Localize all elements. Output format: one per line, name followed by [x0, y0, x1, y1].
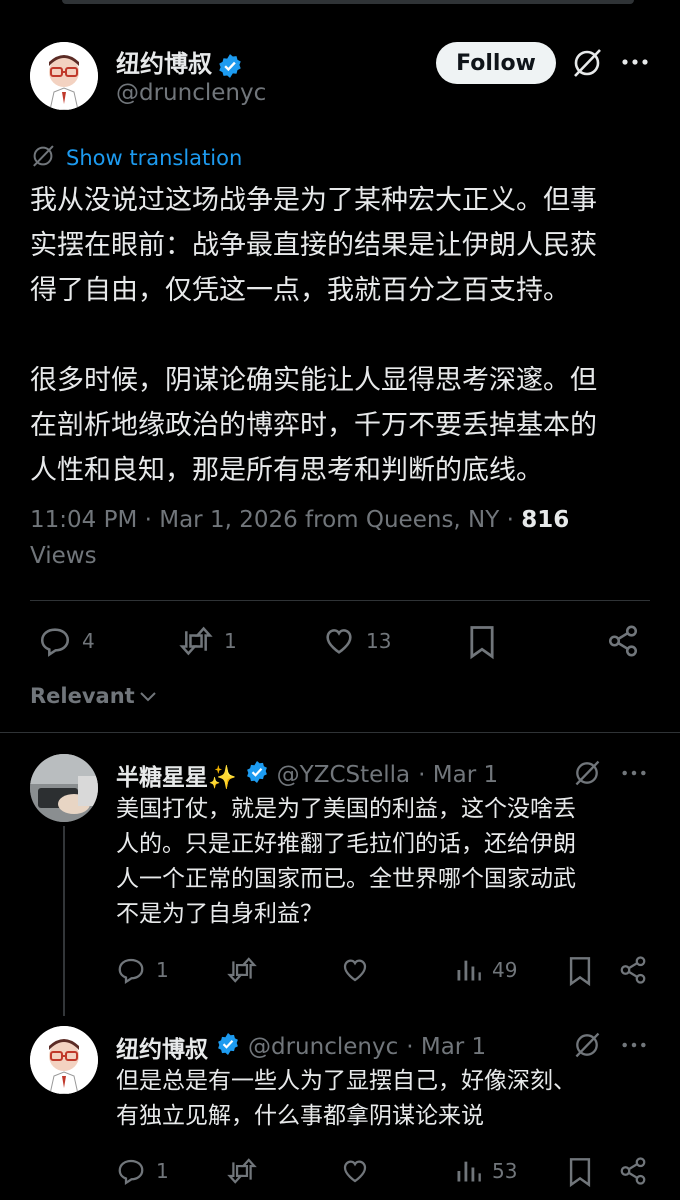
share-icon[interactable] [606, 624, 640, 662]
like-count: 13 [366, 629, 392, 653]
grok-icon[interactable] [570, 46, 604, 84]
reply-header: 纽约博叔 @drunclenyc · Mar 1 [116, 1030, 486, 1064]
author-avatar[interactable] [30, 42, 98, 110]
more-options-icon[interactable] [620, 1035, 648, 1059]
reply-date[interactable]: · Mar 1 [418, 762, 498, 788]
reply-line: 人的。只是正好推翻了毛拉们的话，还给伊朗 [116, 831, 576, 857]
post-body: 我从没说过这场战争是为了某种宏大正义。但事 实摆在眼前：战争最直接的结果是让伊朗… [30, 178, 660, 493]
author-name[interactable]: 纽约博叔 [116, 50, 212, 78]
views-count: 49 [492, 958, 518, 982]
reply-line: 有独立见解，什么事都拿阴谋论来说 [116, 1103, 484, 1129]
repost-icon[interactable] [226, 1156, 258, 1190]
reply-line: 但是总是有一些人为了显摆自己，好像深刻、 [116, 1068, 576, 1094]
reply-line: 不是为了自身利益？ [116, 901, 323, 927]
views-button[interactable]: 49 [454, 955, 517, 985]
more-options-icon[interactable] [620, 763, 648, 787]
reply-date[interactable]: · Mar 1 [406, 1034, 486, 1060]
author-name-row: 纽约博叔 [116, 44, 243, 83]
author-handle[interactable]: @drunclenyc [116, 80, 266, 106]
post-line: 在剖析地缘政治的博弈时，千万不要丢掉基本的 [30, 410, 597, 441]
grok-icon [30, 143, 56, 173]
views-button[interactable]: 53 [454, 1156, 517, 1186]
reply-line: 人一个正常的国家而已。全世界哪个国家动武 [116, 866, 576, 892]
sort-dropdown[interactable]: Relevant [30, 684, 157, 708]
reply-icon [118, 1159, 144, 1185]
heart-icon [326, 629, 352, 654]
post-line: 我从没说过这场战争是为了某种宏大正义。但事 [30, 185, 597, 216]
reply-button[interactable]: 1 [116, 1156, 169, 1186]
repost-count: 1 [224, 629, 237, 653]
analytics-icon [457, 960, 481, 981]
reply-avatar[interactable] [30, 1026, 98, 1094]
follow-button[interactable]: Follow [436, 42, 556, 84]
post-line: 人性和良知，那是所有思考和判断的底线。 [30, 455, 543, 486]
repost-icon [179, 626, 213, 656]
post-line: 实摆在眼前：战争最直接的结果是让伊朗人民获 [30, 230, 597, 261]
reply-header: 半糖星星✨ @YZCStella · Mar 1 [116, 758, 498, 792]
verified-badge-icon [216, 1032, 240, 1062]
more-options-icon[interactable] [620, 52, 650, 76]
bookmark-icon[interactable] [566, 955, 594, 991]
verified-badge-icon [217, 53, 243, 83]
reply-body: 美国打仗，就是为了美国的利益，这个没啥丢 人的。只是正好推翻了毛拉们的话，还给伊… [116, 792, 656, 932]
sort-label: Relevant [30, 684, 135, 708]
reply-count: 4 [82, 629, 95, 653]
show-translation[interactable]: Show translation [30, 143, 242, 173]
views-label: Views [30, 543, 97, 569]
grok-icon[interactable] [572, 758, 602, 792]
reply-avatar[interactable] [30, 754, 98, 822]
reply-author-name[interactable]: 半糖星星✨ [116, 758, 237, 792]
reply-body: 但是总是有一些人为了显摆自己，好像深刻、 有独立见解，什么事都拿阴谋论来说 [116, 1064, 656, 1134]
verified-badge-icon [245, 760, 269, 790]
analytics-icon [457, 1161, 481, 1182]
chevron-down-icon [139, 692, 156, 702]
reply-handle[interactable]: @YZCStella [277, 762, 411, 788]
repost-icon[interactable] [226, 955, 258, 989]
post-line: 得了自由，仅凭这一点，我就百分之百支持。 [30, 275, 570, 306]
share-icon[interactable] [618, 1156, 648, 1190]
reply-line: 美国打仗，就是为了美国的利益，这个没啥丢 [116, 796, 576, 822]
divider [30, 600, 650, 601]
post-line: 很多时候，阴谋论确实能让人显得思考深邃。但 [30, 365, 597, 396]
heart-icon[interactable] [340, 955, 370, 989]
reply-button[interactable]: 4 [38, 624, 95, 658]
post-meta: 11:04 PM · Mar 1, 2026 from Queens, NY ·… [30, 502, 650, 574]
post-timestamp[interactable]: 11:04 PM · Mar 1, 2026 from Queens, NY · [30, 507, 521, 533]
repost-button[interactable]: 1 [178, 624, 237, 658]
share-icon[interactable] [618, 955, 648, 989]
bookmark-icon[interactable] [566, 1156, 594, 1192]
show-translation-label[interactable]: Show translation [66, 146, 242, 170]
thread-line [63, 826, 65, 1016]
reply-button[interactable]: 1 [116, 955, 169, 985]
reply-handle[interactable]: @drunclenyc [248, 1034, 398, 1060]
reply-author-name[interactable]: 纽约博叔 [116, 1030, 208, 1064]
views-count: 816 [521, 507, 570, 533]
divider [0, 732, 680, 733]
bookmark-icon[interactable] [466, 624, 498, 664]
views-count: 53 [492, 1159, 518, 1183]
heart-icon[interactable] [340, 1156, 370, 1190]
reply-icon [40, 628, 70, 657]
reply-count: 1 [156, 1159, 169, 1183]
reply-count: 1 [156, 958, 169, 982]
grok-icon[interactable] [572, 1030, 602, 1064]
reply-icon [118, 958, 144, 984]
like-button[interactable]: 13 [322, 624, 391, 658]
top-divider [62, 0, 634, 4]
